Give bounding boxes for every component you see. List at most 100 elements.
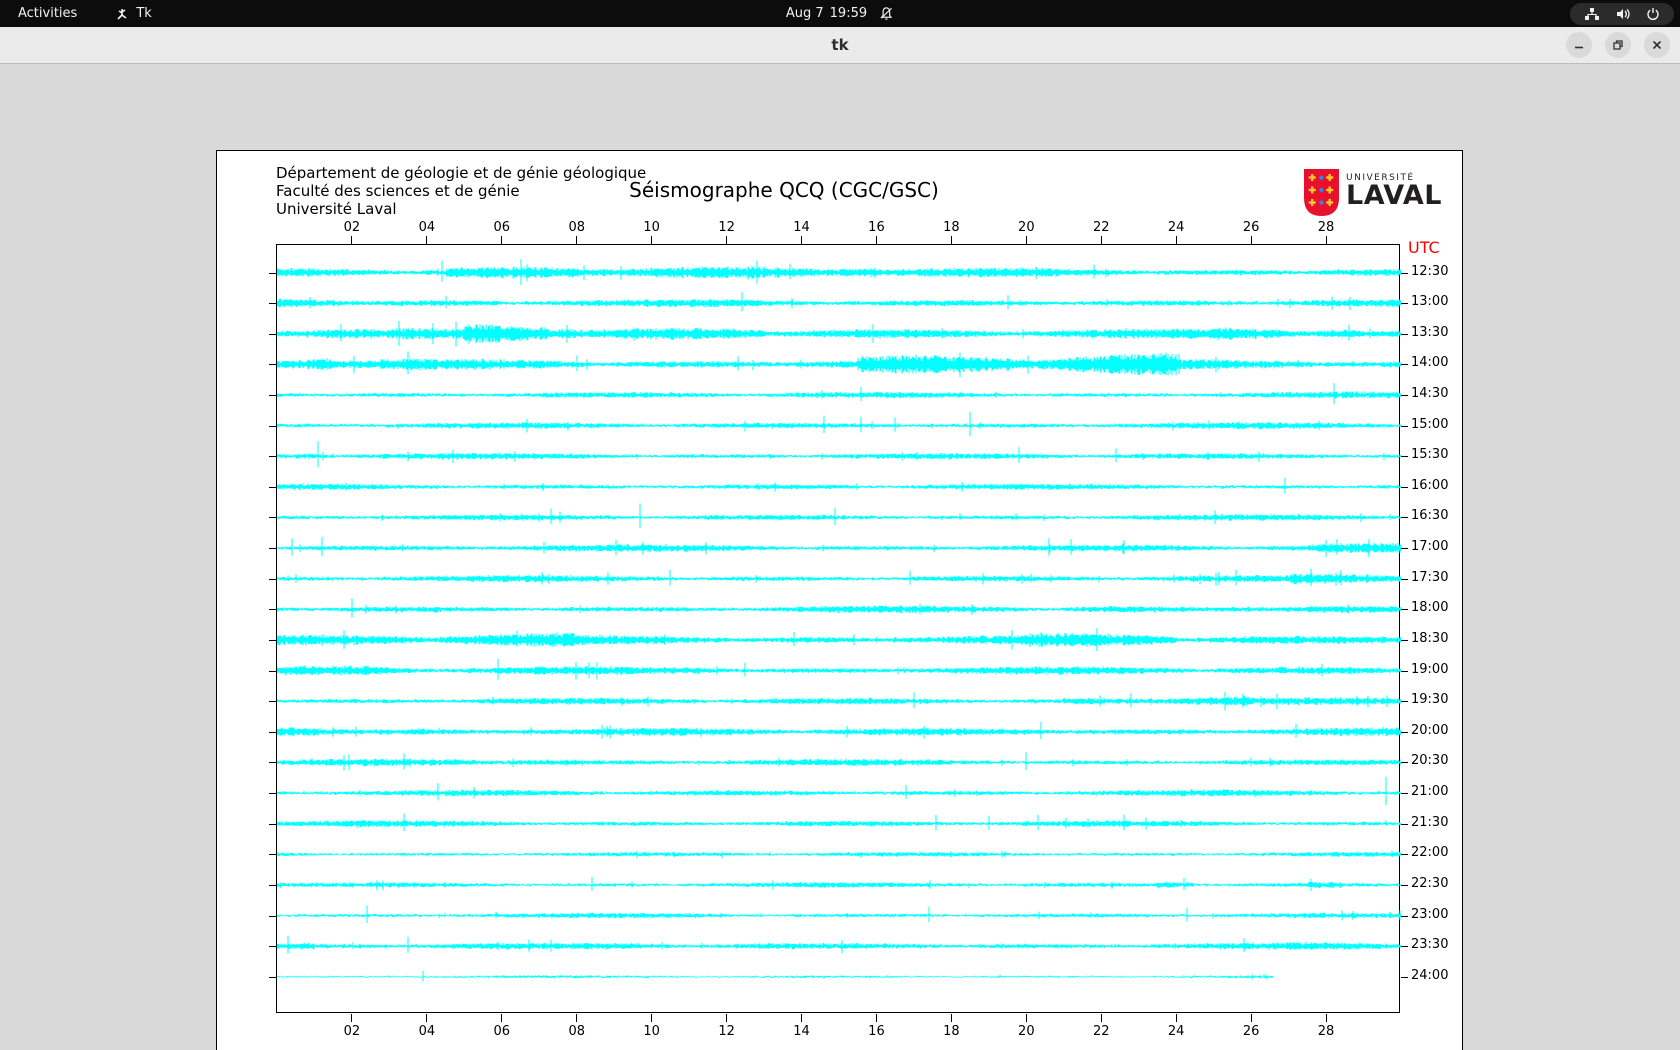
utc-time-label: 20:30 [1411, 753, 1449, 769]
row-tick-mark [269, 456, 276, 458]
utc-time-label: 15:00 [1411, 416, 1449, 432]
row-tick-mark [1401, 731, 1408, 733]
row-tick-mark [1401, 272, 1408, 274]
x-tick-mark [801, 236, 803, 244]
x-tick-mark [651, 1014, 653, 1022]
header-line-1: Département de géologie et de génie géol… [276, 164, 647, 182]
row-tick-mark [269, 609, 276, 611]
x-tick-mark [950, 236, 952, 244]
row-tick-mark [1401, 456, 1408, 458]
seismogram-trace-row [277, 628, 1401, 651]
utc-time-label: 20:00 [1411, 722, 1449, 738]
laval-logo: UNIVERSITÉ LAVAL [1303, 168, 1442, 222]
row-tick-mark [269, 639, 276, 641]
x-tick-label: 22 [1092, 1024, 1110, 1039]
utc-time-label: 21:00 [1411, 784, 1449, 800]
seismogram-trace-row [277, 777, 1401, 805]
laval-shield-icon [1303, 168, 1340, 222]
clock-date: Aug 7 [785, 6, 824, 21]
utc-time-label: 18:00 [1411, 600, 1449, 616]
row-tick-mark [1401, 762, 1408, 764]
row-tick-mark [1401, 364, 1408, 366]
x-tick-label: 26 [1242, 1024, 1260, 1039]
x-tick-label: 14 [793, 220, 810, 235]
utc-time-label: 18:30 [1411, 630, 1449, 646]
seismogram-trace-row [277, 905, 1401, 923]
row-tick-mark [1401, 670, 1408, 672]
logo-laval-text: LAVAL [1346, 180, 1442, 211]
header-line-3: Université Laval [276, 200, 397, 218]
close-button[interactable] [1644, 32, 1670, 58]
seismogram-trace-row [277, 721, 1401, 740]
seismogram-trace-row [277, 383, 1401, 404]
x-tick-mark [1175, 1014, 1177, 1022]
utc-time-label: 13:00 [1411, 294, 1449, 310]
utc-time-label: 16:00 [1411, 477, 1449, 493]
row-tick-mark [1401, 884, 1408, 886]
row-tick-mark [269, 976, 276, 978]
system-status-menu[interactable] [1570, 2, 1674, 25]
row-tick-mark [269, 915, 276, 917]
row-tick-mark [269, 272, 276, 274]
header-line-2: Faculté des sciences et de génie [276, 182, 520, 200]
seismogram-trace-row [277, 876, 1401, 891]
x-tick-label: 24 [1167, 1024, 1185, 1039]
row-tick-mark [269, 578, 276, 580]
x-tick-label: 16 [868, 220, 885, 235]
row-tick-mark [1401, 425, 1408, 427]
department-header: Département de géologie et de génie géol… [276, 164, 646, 218]
seismogram-trace-row [277, 292, 1401, 312]
utc-time-label: 23:30 [1411, 937, 1449, 953]
row-tick-mark [1401, 793, 1408, 795]
row-tick-mark [269, 946, 276, 948]
x-tick-mark [501, 1014, 503, 1022]
focused-app-menu[interactable]: Tk [115, 6, 152, 21]
maximize-button[interactable] [1605, 32, 1631, 58]
x-tick-mark [576, 236, 578, 244]
seismogram-trace-row [277, 598, 1401, 618]
desktop-screen: Activities Tk Aug 7 19:59 tk Département… [0, 0, 1680, 1050]
clock-menu[interactable]: Aug 7 19:59 [786, 6, 894, 21]
x-tick-mark [1100, 1014, 1102, 1022]
x-tick-mark [351, 1014, 353, 1022]
volume-icon [1615, 7, 1631, 21]
x-tick-label: 28 [1317, 1024, 1335, 1039]
x-tick-mark [950, 1014, 952, 1022]
x-tick-mark [875, 1014, 877, 1022]
row-tick-mark [269, 823, 276, 825]
x-tick-label: 04 [418, 220, 436, 235]
window-title-bar[interactable]: tk [0, 27, 1680, 64]
row-tick-mark [269, 364, 276, 366]
utc-axis-label: UTC [1408, 238, 1440, 257]
x-tick-mark [1025, 1014, 1027, 1022]
row-tick-mark [269, 425, 276, 427]
seismogram-trace-row [277, 351, 1401, 378]
seismogram-trace-row [277, 970, 1274, 982]
minimize-button[interactable] [1566, 32, 1592, 58]
row-tick-mark [1401, 976, 1408, 978]
utc-time-label: 19:00 [1411, 661, 1449, 677]
x-tick-mark [801, 1014, 803, 1022]
row-tick-mark [269, 884, 276, 886]
row-tick-mark [1401, 548, 1408, 550]
seismogram-trace-row [277, 441, 1401, 468]
utc-time-label: 15:30 [1411, 447, 1449, 463]
seismogram-trace-row [277, 936, 1401, 954]
row-tick-mark [1401, 303, 1408, 305]
utc-time-label: 24:00 [1411, 967, 1449, 983]
chart-title: Séismographe QCQ (CGC/GSC) [629, 178, 939, 202]
utc-time-label: 17:30 [1411, 569, 1449, 585]
seismogram-trace-row [277, 850, 1401, 859]
tk-window-body: Département de géologie et de génie géol… [0, 65, 1680, 1050]
row-tick-mark [1401, 578, 1408, 580]
seismogram-trace-row [277, 658, 1401, 680]
utc-time-label: 14:00 [1411, 355, 1449, 371]
seismogram-plot: UTC 02 02 04 04 06 06 08 08 10 10 12 12 14 14 16 16 18 18… [269, 220, 1448, 1039]
row-tick-mark [1401, 486, 1408, 488]
seismogram-trace-row [277, 411, 1401, 437]
x-tick-label: 20 [1018, 220, 1035, 235]
x-tick-mark [576, 1014, 578, 1022]
x-tick-mark [426, 1014, 428, 1022]
activities-button[interactable]: Activities [18, 6, 77, 21]
x-tick-label: 26 [1242, 220, 1260, 235]
